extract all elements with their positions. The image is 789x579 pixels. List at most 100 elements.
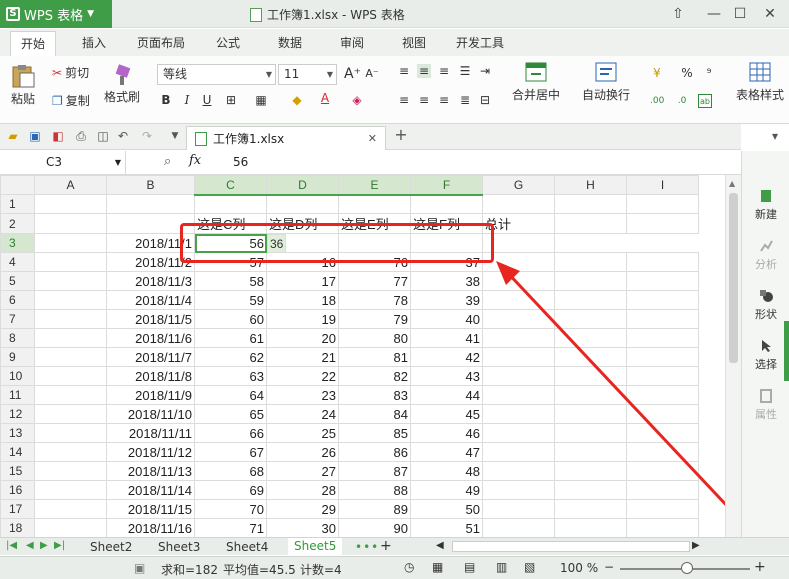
cell-e18[interactable]: 90	[338, 518, 411, 537]
clear-format-icon[interactable]: ◈	[350, 93, 364, 107]
cell-a14[interactable]	[34, 442, 107, 462]
cell-d10[interactable]: 22	[266, 366, 339, 386]
cell-b12[interactable]: 2018/11/10	[106, 404, 195, 424]
sheet-tab-sheet5[interactable]: Sheet5	[288, 538, 343, 556]
row-header-18[interactable]: 18	[0, 518, 35, 537]
table-style-button[interactable]: 表格样式	[736, 62, 784, 103]
tab-view[interactable]: 视图	[402, 34, 426, 51]
cell-e9[interactable]: 81	[338, 347, 411, 367]
cell-d9[interactable]: 21	[266, 347, 339, 367]
row-header-3[interactable]: 3	[0, 233, 35, 253]
copy-button[interactable]: ❐ 复制	[52, 92, 90, 109]
cell-f7[interactable]: 40	[410, 309, 483, 329]
cell-a4[interactable]	[34, 252, 107, 272]
cell-e8[interactable]: 80	[338, 328, 411, 348]
row-header-15[interactable]: 15	[0, 461, 35, 481]
cell-b18[interactable]: 2018/11/16	[106, 518, 195, 537]
cell-c9[interactable]: 62	[194, 347, 267, 367]
underline-icon[interactable]: U	[200, 93, 214, 107]
app-menu-button[interactable]: S WPS 表格 ▼	[0, 0, 112, 28]
cell-c17[interactable]: 70	[194, 499, 267, 519]
cell-a16[interactable]	[34, 480, 107, 500]
row-header-7[interactable]: 7	[0, 309, 35, 329]
tab-insert[interactable]: 插入	[82, 34, 106, 51]
row-header-17[interactable]: 17	[0, 499, 35, 519]
align-right-icon[interactable]: ≡	[437, 93, 451, 107]
pane-collapse-handle[interactable]	[784, 321, 789, 381]
cell-d12[interactable]: 24	[266, 404, 339, 424]
scroll-up-icon[interactable]: ▲	[729, 179, 735, 188]
pane-item-select[interactable]: 选择	[742, 339, 789, 372]
row-header-16[interactable]: 16	[0, 480, 35, 500]
cell-g1[interactable]	[482, 194, 555, 214]
zoom-slider-thumb[interactable]	[681, 562, 693, 574]
column-header-c[interactable]: C	[194, 175, 267, 196]
row-header-8[interactable]: 8	[0, 328, 35, 348]
cell-d13[interactable]: 25	[266, 423, 339, 443]
cell-d6[interactable]: 18	[266, 290, 339, 310]
font-size-select[interactable]: 11 ▼	[278, 64, 337, 85]
decrease-font-icon[interactable]: A⁻	[365, 67, 379, 81]
tab-formulas[interactable]: 公式	[216, 34, 240, 51]
row-header-12[interactable]: 12	[0, 404, 35, 424]
row-header-11[interactable]: 11	[0, 385, 35, 405]
workbook-tab[interactable]: 工作簿1.xlsx ✕	[186, 126, 386, 150]
zoom-icon[interactable]: ⌕	[164, 154, 171, 169]
reading-view-icon[interactable]: ▧	[524, 560, 535, 574]
horizontal-scrollbar[interactable]	[452, 541, 690, 552]
column-header-h[interactable]: H	[554, 175, 627, 195]
row-header-10[interactable]: 10	[0, 366, 35, 386]
pane-item-shape[interactable]: 形状	[742, 289, 789, 322]
comma-style-icon[interactable]: ⁹	[702, 66, 716, 80]
cell-e7[interactable]: 79	[338, 309, 411, 329]
cell-c14[interactable]: 67	[194, 442, 267, 462]
wrap-text-button[interactable]: 自动换行	[582, 62, 630, 103]
cell-d18[interactable]: 30	[266, 518, 339, 537]
zoom-out-icon[interactable]: −	[604, 560, 614, 574]
cell-f17[interactable]: 50	[410, 499, 483, 519]
column-header-f[interactable]: F	[410, 175, 483, 196]
cell-f8[interactable]: 41	[410, 328, 483, 348]
cell-a6[interactable]	[34, 290, 107, 310]
cell-a1[interactable]	[34, 194, 107, 214]
cell-e15[interactable]: 87	[338, 461, 411, 481]
number-format-icon[interactable]: ab	[698, 94, 712, 108]
cell-f1[interactable]	[410, 194, 483, 214]
orientation-icon[interactable]: ☰	[458, 64, 472, 78]
cell-d14[interactable]: 26	[266, 442, 339, 462]
increase-font-icon[interactable]: A⁺	[344, 67, 361, 81]
distributed-icon[interactable]: ⊟	[478, 93, 492, 107]
cell-a10[interactable]	[34, 366, 107, 386]
cell-a7[interactable]	[34, 309, 107, 329]
cell-c18[interactable]: 71	[194, 518, 267, 537]
fill-color-icon[interactable]: ◆	[290, 93, 304, 107]
cell-c12[interactable]: 65	[194, 404, 267, 424]
cell-f9[interactable]: 42	[410, 347, 483, 367]
bold-icon[interactable]: B	[159, 93, 173, 107]
select-all-corner[interactable]	[0, 175, 35, 195]
close-button[interactable]: ✕	[760, 4, 780, 24]
cell-c7[interactable]: 60	[194, 309, 267, 329]
eye-protection-icon[interactable]: ◷	[404, 560, 414, 574]
cell-e10[interactable]: 82	[338, 366, 411, 386]
cell-h1[interactable]	[554, 194, 627, 214]
cell-f6[interactable]: 39	[410, 290, 483, 310]
column-header-i[interactable]: I	[626, 175, 699, 195]
cell-b15[interactable]: 2018/11/13	[106, 461, 195, 481]
align-center-icon[interactable]: ≡	[417, 93, 431, 107]
sheet-tab-sheet4[interactable]: Sheet4	[226, 540, 268, 554]
indent-icon[interactable]: ⇥	[478, 64, 492, 78]
cell-e6[interactable]: 78	[338, 290, 411, 310]
cell-e14[interactable]: 86	[338, 442, 411, 462]
currency-icon[interactable]: ¥	[650, 66, 664, 80]
sheet-tab-sheet2[interactable]: Sheet2	[90, 540, 132, 554]
cell-a5[interactable]	[34, 271, 107, 291]
maximize-button[interactable]: ☐	[730, 4, 750, 24]
cell-b13[interactable]: 2018/11/11	[106, 423, 195, 443]
add-sheet-icon[interactable]: +	[380, 538, 392, 554]
cell-b14[interactable]: 2018/11/12	[106, 442, 195, 462]
cell-b17[interactable]: 2018/11/15	[106, 499, 195, 519]
zoom-level[interactable]: 100 %	[560, 561, 598, 575]
minimize-button[interactable]: —	[704, 4, 724, 24]
zoom-in-icon[interactable]: +	[754, 559, 766, 575]
